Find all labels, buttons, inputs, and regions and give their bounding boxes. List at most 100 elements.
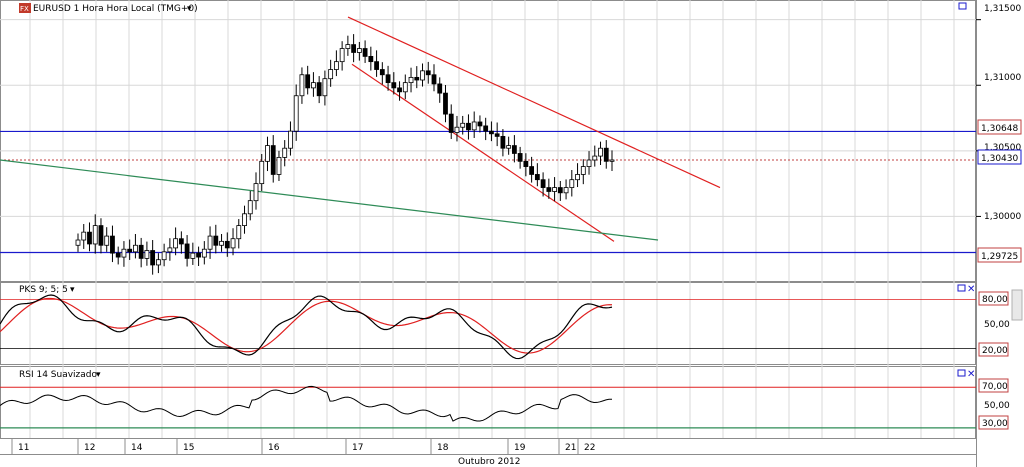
fx-icon-text: FX bbox=[20, 5, 29, 13]
candle-body bbox=[190, 252, 196, 259]
candle-body bbox=[454, 126, 460, 133]
candle-body bbox=[305, 74, 311, 89]
pks-main-line bbox=[0, 294, 613, 360]
rsi-tick-50: 50,00 bbox=[984, 401, 1010, 411]
candle-body bbox=[150, 250, 156, 266]
candle-body bbox=[483, 125, 489, 132]
candle-body bbox=[431, 74, 437, 85]
pks-tick-50: 50,00 bbox=[984, 320, 1010, 330]
rsi-title[interactable]: RSI 14 Suavizado bbox=[19, 370, 98, 380]
candle-body bbox=[466, 122, 471, 131]
candle-body bbox=[500, 136, 506, 149]
pks-close-icon[interactable]: ✕ bbox=[967, 284, 975, 295]
time-label: 12 bbox=[84, 443, 95, 453]
candle-body bbox=[339, 48, 345, 63]
price-tick-1: 1,31500 bbox=[984, 4, 1021, 14]
pks-lines bbox=[0, 294, 976, 360]
candle-body bbox=[207, 235, 213, 250]
candle-body bbox=[356, 48, 362, 53]
time-label: 11 bbox=[18, 443, 29, 453]
time-label: 14 bbox=[131, 443, 143, 453]
candle-body bbox=[230, 238, 236, 249]
chart-window: FX EURUSD 1 Hora Hora Local (TMG+0) ▾ PK… bbox=[0, 0, 1024, 467]
price-tick-4: 1,30000 bbox=[984, 212, 1021, 222]
candle-body bbox=[115, 252, 121, 258]
candle-body bbox=[511, 145, 517, 154]
candle-body bbox=[540, 179, 546, 188]
candle-body bbox=[362, 48, 368, 57]
candle-body bbox=[517, 153, 523, 162]
candle-body bbox=[316, 82, 322, 97]
candle-body bbox=[138, 244, 144, 259]
candle-body bbox=[443, 92, 448, 115]
candle-body bbox=[523, 160, 529, 167]
candle-body bbox=[494, 133, 500, 137]
time-label: 16 bbox=[268, 443, 280, 453]
candle-body bbox=[270, 145, 276, 175]
pks-maximize-icon[interactable] bbox=[957, 284, 966, 292]
candle-body bbox=[253, 183, 259, 202]
candle-body bbox=[184, 243, 190, 259]
chart-svg[interactable]: FX EURUSD 1 Hora Hora Local (TMG+0) ▾ PK… bbox=[0, 0, 1024, 467]
time-label: 19 bbox=[514, 443, 526, 453]
candle-body bbox=[224, 240, 230, 249]
symbol-dropdown-icon[interactable]: ▾ bbox=[187, 4, 192, 14]
candle-body bbox=[414, 76, 420, 81]
candle-body bbox=[569, 179, 575, 188]
time-axis-labels: 11 12 14 15 16 17 18 19 21 22 bbox=[11, 438, 595, 454]
candle-body bbox=[282, 147, 288, 158]
candle-body bbox=[247, 200, 253, 215]
candle-body bbox=[236, 225, 242, 240]
candle-body bbox=[133, 244, 138, 253]
candle-body bbox=[397, 87, 402, 93]
candle-body bbox=[155, 259, 161, 266]
candle-body bbox=[201, 248, 207, 258]
candle-body bbox=[477, 121, 483, 127]
candle-body bbox=[75, 239, 81, 246]
pks-panel-border bbox=[0, 282, 976, 365]
channel-lower-line bbox=[351, 63, 615, 242]
candle-body bbox=[402, 82, 408, 93]
candle-body bbox=[368, 56, 374, 63]
candle-body bbox=[219, 240, 224, 246]
pks-tick-80: 80,00 bbox=[982, 295, 1008, 305]
rsi-tick-30: 30,00 bbox=[982, 419, 1008, 429]
candle-body bbox=[529, 166, 535, 175]
candle-body bbox=[437, 83, 443, 94]
candle-body bbox=[580, 166, 586, 175]
rsi-close-icon[interactable]: ✕ bbox=[967, 369, 975, 380]
rsi-line bbox=[0, 385, 613, 422]
candle-body bbox=[448, 113, 454, 133]
level-high-label: 1,30648 bbox=[981, 124, 1018, 134]
candle-body bbox=[311, 82, 316, 89]
maximize-icon[interactable] bbox=[958, 2, 967, 10]
time-label: 18 bbox=[437, 443, 449, 453]
candle-body bbox=[408, 76, 414, 84]
pks-title[interactable]: PKS 9; 5; 5 bbox=[19, 285, 68, 295]
candle-body bbox=[92, 225, 98, 245]
candle-body bbox=[81, 231, 87, 241]
candle-body bbox=[322, 78, 328, 97]
candle-body bbox=[242, 213, 247, 227]
candle-body bbox=[196, 252, 201, 258]
rsi-dropdown-icon[interactable]: ▾ bbox=[96, 370, 101, 380]
candle-body bbox=[420, 70, 425, 81]
candle-body bbox=[598, 147, 603, 157]
candle-body bbox=[333, 61, 339, 70]
candle-body bbox=[534, 174, 540, 181]
rsi-maximize-icon[interactable] bbox=[957, 369, 966, 377]
price-panel-border bbox=[0, 0, 976, 282]
candle-body bbox=[489, 130, 494, 135]
pks-tick-20: 20,00 bbox=[982, 346, 1008, 356]
candle-body bbox=[127, 248, 133, 253]
time-label: 17 bbox=[352, 443, 363, 453]
pks-dropdown-icon[interactable]: ▾ bbox=[70, 285, 75, 295]
candle-body bbox=[173, 238, 179, 249]
horizontal-levels bbox=[0, 130, 976, 254]
candle-body bbox=[603, 147, 609, 162]
pks-signal-line bbox=[0, 297, 613, 354]
symbol-title[interactable]: EURUSD 1 Hora Hora Local (TMG+0) bbox=[33, 4, 198, 14]
candle-body bbox=[213, 235, 219, 246]
candle-body bbox=[425, 70, 431, 76]
vertical-scrollbar[interactable] bbox=[1011, 289, 1023, 321]
